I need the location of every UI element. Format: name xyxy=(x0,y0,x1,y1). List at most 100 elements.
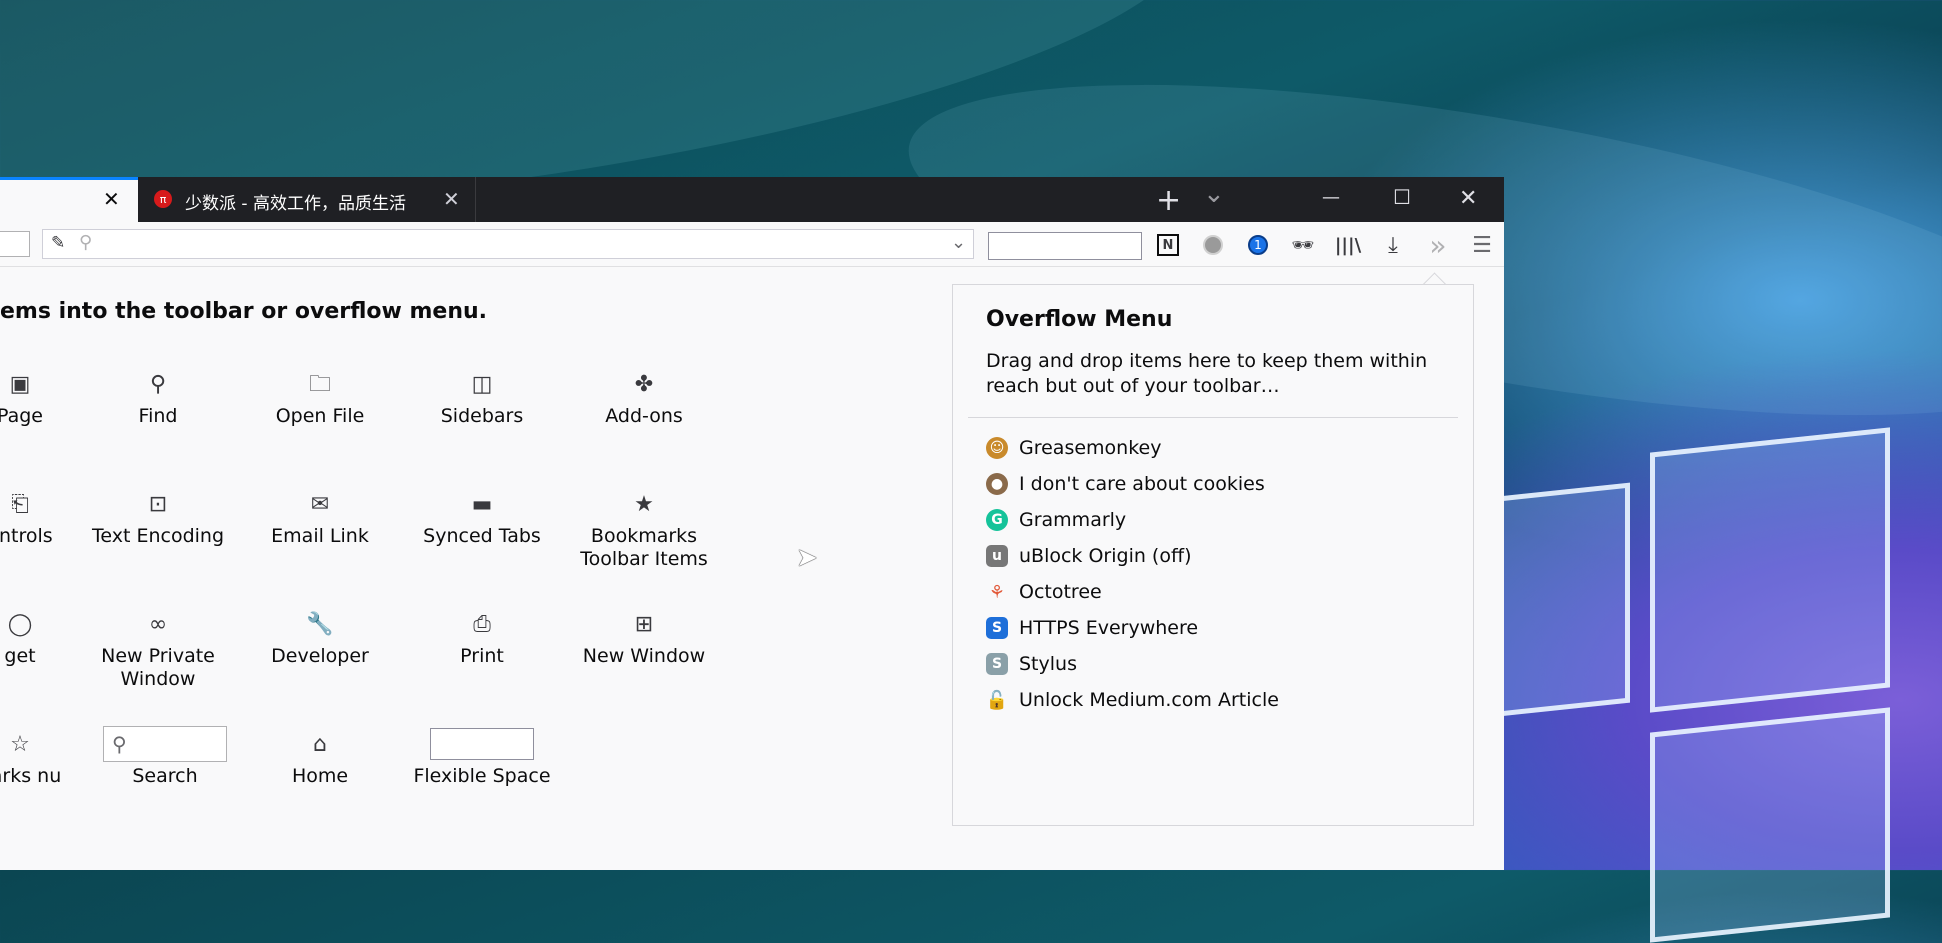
paintbrush-icon: ✎ xyxy=(51,233,66,253)
flexible-space-icon xyxy=(407,728,557,760)
close-tab-icon[interactable]: ✕ xyxy=(103,189,120,209)
extension-label: I don't care about cookies xyxy=(1019,473,1265,495)
extension-label: HTTPS Everywhere xyxy=(1019,617,1199,639)
ublock-icon: u xyxy=(986,545,1008,567)
palette-item-print[interactable]: ⎙ Print xyxy=(407,609,557,668)
palette-item-new-private-window[interactable]: ∞ New Private Window xyxy=(83,609,233,691)
page-icon: ▣ xyxy=(9,371,31,397)
extension-unlock-medium[interactable]: 🔓 Unlock Medium.com Article xyxy=(986,687,1279,713)
nav-toolbar: ✎ ⚲ ⌄ N 1 🕶 |||\ ⤓ » ☰ xyxy=(0,222,1504,267)
palette-item-controls[interactable]: ⎗ ontrols xyxy=(0,489,95,548)
sidebar-icon: ◫ xyxy=(471,371,493,397)
palette-item-add-ons[interactable]: ✤ Add-ons xyxy=(569,369,719,428)
url-dropdown-chevron-icon[interactable]: ⌄ xyxy=(951,232,966,253)
palette-item-open-file[interactable]: 🗀 Open File xyxy=(245,369,395,428)
octotree-icon: ⚘ xyxy=(986,581,1008,603)
palette-item-developer[interactable]: 🔧 Developer xyxy=(245,609,395,668)
overflow-menu-title: Overflow Menu xyxy=(986,307,1173,332)
divider xyxy=(968,417,1458,418)
extension-label: Grammarly xyxy=(1019,509,1127,531)
close-window-button[interactable]: ✕ xyxy=(1459,186,1477,211)
palette-item-home[interactable]: ⌂ Home xyxy=(245,729,395,788)
item-label: Sidebars xyxy=(440,405,524,427)
item-label: narks nu xyxy=(0,765,62,787)
palette-item-find[interactable]: ⚲ Find xyxy=(83,369,233,428)
incognito-glasses-icon[interactable]: 🕶 xyxy=(1291,233,1315,257)
sspai-favicon-icon: π xyxy=(154,190,172,208)
item-label: Synced Tabs xyxy=(423,525,541,547)
grammarly-icon: G xyxy=(986,509,1008,531)
maximize-button[interactable]: ☐ xyxy=(1393,185,1411,209)
lock-icon: 🔓 xyxy=(985,689,1009,711)
palette-item-text-encoding[interactable]: ⊡ Text Encoding xyxy=(83,489,233,548)
palette-item-flexible-space[interactable]: Flexible Space xyxy=(407,728,557,788)
item-label: Flexible Space xyxy=(413,765,551,787)
search-bar[interactable] xyxy=(988,232,1142,260)
search-icon: ⚲ xyxy=(79,232,93,253)
tab-sspai[interactable]: π 少数派 - 高效工作，品质生活 ✕ xyxy=(138,177,476,222)
wrench-icon: 🔧 xyxy=(306,611,334,637)
palette-item-bookmarks-menu[interactable]: ☆ narks nu xyxy=(0,729,95,788)
firefox-window: ✕ π 少数派 - 高效工作，品质生活 ✕ + ⌄ — ☐ ✕ ✎ ⚲ ⌄ N … xyxy=(0,177,1504,870)
cookie-icon: ● xyxy=(986,473,1008,495)
extension-stylus[interactable]: S Stylus xyxy=(986,651,1077,677)
download-icon[interactable]: ⤓ xyxy=(1381,233,1405,258)
extension-label: Stylus xyxy=(1019,653,1077,675)
palette-item-synced-tabs[interactable]: ▬ Synced Tabs xyxy=(407,489,557,548)
overflow-menu-panel[interactable]: Overflow Menu Drag and drop items here t… xyxy=(952,284,1474,826)
tab-customize[interactable]: ✕ xyxy=(0,177,138,222)
synced-tabs-icon: ▬ xyxy=(471,491,493,517)
palette-item-email-link[interactable]: ✉ Email Link xyxy=(245,489,395,548)
palette-item-search[interactable]: ⚲ Search xyxy=(90,726,240,788)
item-label: Text Encoding xyxy=(91,525,225,547)
extension-label: Octotree xyxy=(1019,581,1102,603)
new-tab-button[interactable]: + xyxy=(1156,183,1181,218)
palette-item-new-window[interactable]: ⊞ New Window xyxy=(569,609,719,668)
palette-item-widget[interactable]: ◯ get xyxy=(0,609,95,668)
tab-label: 少数派 - 高效工作，品质生活 xyxy=(185,194,406,214)
extension-label: uBlock Origin (off) xyxy=(1019,545,1192,567)
tab-bar: ✕ π 少数派 - 高效工作，品质生活 ✕ + ⌄ — ☐ ✕ xyxy=(0,177,1504,222)
private-mask-icon: ∞ xyxy=(148,611,168,637)
overflow-chevron-icon[interactable]: » xyxy=(1426,229,1450,262)
hamburger-menu-icon[interactable]: ☰ xyxy=(1470,233,1494,258)
item-label: Search xyxy=(132,765,198,787)
customize-heading: ems into the toolbar or overflow menu. xyxy=(0,299,488,324)
extension-greasemonkey[interactable]: ☺ Greasemonkey xyxy=(986,435,1161,461)
puzzle-icon: ✤ xyxy=(634,371,654,397)
extension-grammarly[interactable]: G Grammarly xyxy=(986,507,1126,533)
palette-item-page[interactable]: ▣ Page xyxy=(0,369,95,428)
item-label: Print xyxy=(460,645,504,667)
item-label: Find xyxy=(138,405,178,427)
wallpaper-windows-logo xyxy=(1490,420,1940,943)
palette-item-sidebars[interactable]: ◫ Sidebars xyxy=(407,369,557,428)
extension-octotree[interactable]: ⚘ Octotree xyxy=(986,579,1102,605)
overflow-menu-description: Drag and drop items here to keep them wi… xyxy=(986,350,1428,397)
item-label: ontrols xyxy=(0,525,53,547)
item-label: Bookmarks Toolbar Items xyxy=(580,525,708,570)
status-circle-icon[interactable] xyxy=(1201,233,1225,257)
close-tab-icon[interactable]: ✕ xyxy=(443,189,460,209)
url-bar[interactable]: ✎ ⚲ ⌄ xyxy=(42,229,974,259)
email-icon: ✉ xyxy=(310,491,330,517)
greasemonkey-icon: ☺ xyxy=(986,437,1008,459)
extension-https-everywhere[interactable]: S HTTPS Everywhere xyxy=(986,615,1198,641)
item-label: Add-ons xyxy=(605,405,683,427)
1password-icon[interactable]: 1 xyxy=(1246,233,1270,257)
bookmark-star-icon: ★ xyxy=(634,491,654,517)
extension-cookies[interactable]: ● I don't care about cookies xyxy=(986,471,1265,497)
extension-ublock-origin[interactable]: u uBlock Origin (off) xyxy=(986,543,1191,569)
controls-icon: ⎗ xyxy=(11,491,29,517)
item-label: Email Link xyxy=(271,525,369,547)
library-icon[interactable]: |||\ xyxy=(1335,233,1361,257)
item-label: get xyxy=(4,645,36,667)
https-everywhere-icon: S xyxy=(986,617,1008,639)
toolbar-placeholder-box xyxy=(0,231,30,257)
palette-item-bookmarks-toolbar-items[interactable]: ★ Bookmarks Toolbar Items xyxy=(569,489,719,571)
search-icon: ⚲ xyxy=(149,371,167,397)
notion-icon[interactable]: N xyxy=(1156,233,1180,257)
bookmarks-menu-icon: ☆ xyxy=(10,731,30,757)
tab-list-chevron-icon[interactable]: ⌄ xyxy=(1203,179,1225,209)
minimize-button[interactable]: — xyxy=(1322,187,1340,208)
home-icon: ⌂ xyxy=(313,731,327,757)
